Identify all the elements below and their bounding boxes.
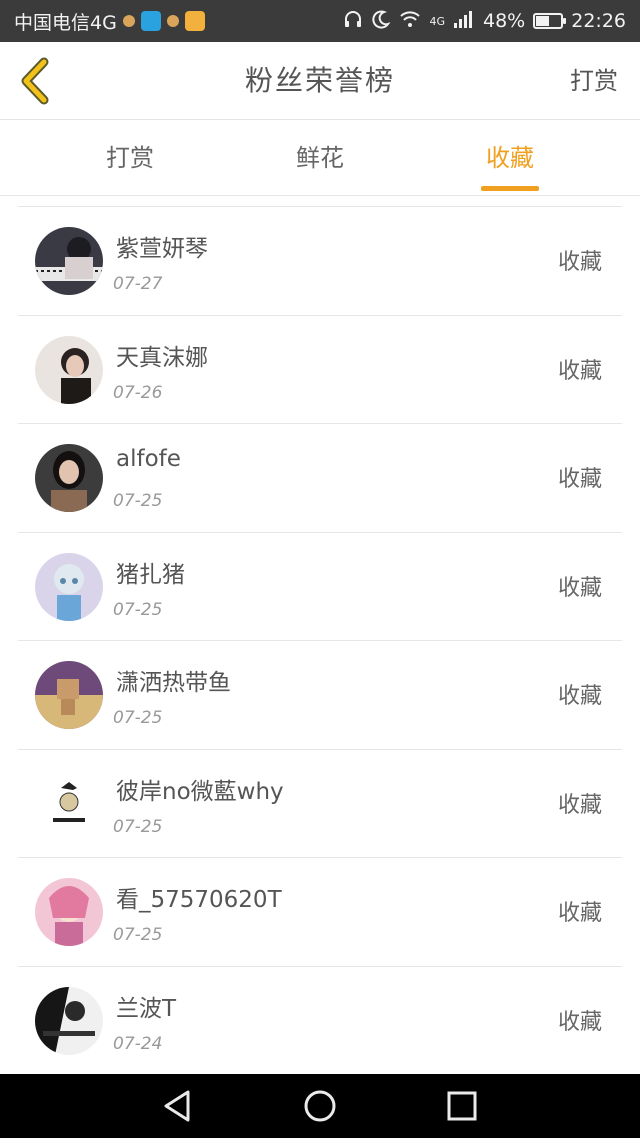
notification-icon (122, 15, 135, 27)
status-bar: 中国电信4G 4G 48% 22:26 (0, 0, 640, 42)
fan-date: 07-25 (113, 599, 163, 620)
fan-name: 紫萱妍琴 (116, 236, 208, 262)
fan-name: 彼岸no微藍why (116, 778, 284, 805)
fan-date: 07-24 (113, 1033, 163, 1054)
favorite-label: 收藏 (557, 901, 602, 926)
list-item[interactable]: alfofe 07-25 收藏 (18, 424, 622, 533)
nav-recents-button[interactable] (442, 1086, 482, 1126)
list-item[interactable]: 猪扎猪 07-25 收藏 (18, 533, 622, 641)
page-title: 粉丝荣誉榜 (244, 64, 395, 97)
favorite-label: 收藏 (557, 467, 602, 492)
triangle-back-icon (164, 1090, 190, 1122)
fan-date: 07-25 (113, 708, 163, 728)
list-item[interactable]: 天真沫娜 07-26 收藏 (18, 316, 622, 424)
headset-icon (343, 9, 363, 34)
list-item[interactable]: 看_57570620T 07-25 收藏 (18, 858, 622, 967)
battery-fill (536, 16, 549, 26)
fan-date: 07-26 (113, 382, 163, 403)
status-left: 中国电信4G (14, 8, 205, 35)
tab-flowers[interactable]: 鲜花 (260, 121, 380, 196)
avatar (35, 661, 103, 729)
tab-favorites-label: 收藏 (486, 144, 534, 172)
fan-date: 07-25 (113, 491, 163, 511)
tab-reward[interactable]: 打赏 (70, 121, 190, 196)
list-item[interactable]: 紫萱妍琴 07-27 收藏 (18, 207, 622, 316)
battery-percent: 48% (483, 10, 526, 32)
app-header: 粉丝荣誉榜 打赏 (0, 42, 640, 120)
avatar (35, 986, 103, 1055)
app-notification-icon (140, 11, 161, 31)
favorite-label: 收藏 (557, 358, 602, 384)
fan-name: 潇洒热带鱼 (116, 670, 231, 696)
favorite-label: 收藏 (557, 250, 602, 275)
system-navigation-bar (0, 1074, 640, 1138)
network-type: 4G (429, 14, 445, 28)
carrier-label: 中国电信4G (14, 11, 117, 34)
fan-name: 兰波T (116, 995, 177, 1022)
nav-home-button[interactable] (300, 1086, 340, 1126)
fan-name: 看_57570620T (116, 887, 282, 913)
moon-icon (371, 9, 391, 34)
notification-icon (166, 15, 179, 27)
tab-active-indicator (481, 186, 539, 191)
wifi-icon (399, 9, 421, 34)
weibo-icon (184, 11, 205, 31)
list-item[interactable]: 潇洒热带鱼 07-25 收藏 (18, 641, 622, 750)
fan-date: 07-27 (113, 274, 163, 294)
fan-date: 07-25 (113, 925, 163, 945)
avatar (35, 878, 103, 946)
avatar (35, 227, 103, 295)
favorite-label: 收藏 (557, 684, 602, 709)
square-recents-icon (447, 1091, 477, 1121)
avatar (35, 769, 103, 838)
fan-name: 天真沫娜 (116, 344, 208, 371)
avatar (35, 444, 103, 512)
fan-list: 紫萱妍琴 07-27 收藏 天真沫娜 07-26 收藏 alfofe 07-25… (18, 206, 622, 1075)
circle-home-icon (304, 1090, 336, 1122)
favorite-label: 收藏 (557, 1009, 602, 1035)
battery-icon (533, 13, 567, 29)
favorite-label: 收藏 (557, 575, 602, 601)
tab-favorites[interactable]: 收藏 (450, 121, 570, 196)
fan-name: 猪扎猪 (116, 561, 185, 588)
list-item[interactable]: 彼岸no微藍why 07-25 收藏 (18, 750, 622, 858)
tab-bar: 打赏 鲜花 收藏 (0, 121, 640, 196)
fan-date: 07-25 (113, 816, 163, 837)
list-item[interactable]: 兰波T 07-24 收藏 (18, 967, 622, 1075)
avatar (35, 335, 103, 404)
avatar (35, 552, 103, 621)
nav-back-button[interactable] (158, 1086, 198, 1126)
reward-header-button[interactable]: 打赏 (570, 42, 618, 120)
signal-icon (453, 9, 475, 34)
fan-name: alfofe (116, 446, 181, 472)
favorite-label: 收藏 (557, 792, 602, 818)
status-right: 4G 48% 22:26 (343, 9, 626, 34)
clock: 22:26 (571, 10, 626, 32)
